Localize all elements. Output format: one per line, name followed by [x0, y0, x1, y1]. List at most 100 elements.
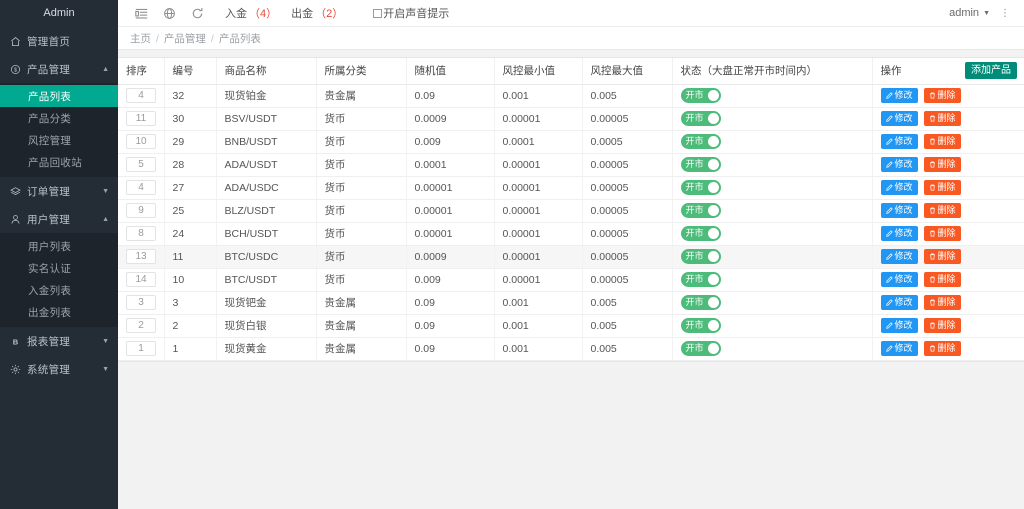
delete-button[interactable]: 删除	[924, 180, 961, 195]
sidebar-subitem-1-2[interactable]: 风控管理	[0, 129, 118, 151]
breadcrumb-item-0[interactable]: 主页	[130, 33, 151, 45]
chevron-down-icon[interactable]: ▼	[102, 338, 109, 345]
sort-input[interactable]	[126, 272, 156, 287]
chevron-up-icon[interactable]: ▲	[102, 66, 109, 73]
market-status-toggle[interactable]: 开市	[681, 88, 721, 103]
sort-input[interactable]	[126, 157, 156, 172]
cell-category: 贵金属	[316, 314, 406, 337]
col-header-actions-label: 操作	[881, 65, 902, 77]
sidebar-item-2[interactable]: 订单管理▼	[0, 177, 118, 205]
sort-input[interactable]	[126, 111, 156, 126]
globe-icon[interactable]	[155, 0, 183, 27]
sidebar-item-3[interactable]: 用户管理▲	[0, 205, 118, 233]
market-status-toggle[interactable]: 开市	[681, 111, 721, 126]
sidebar-subitem-3-1[interactable]: 实名认证	[0, 257, 118, 279]
cell-sort	[118, 199, 164, 222]
sort-input[interactable]	[126, 88, 156, 103]
edit-button[interactable]: 修改	[881, 157, 918, 172]
chevron-down-icon[interactable]: ▼	[102, 188, 109, 195]
toggle-label: 开市	[686, 183, 704, 192]
sidebar-subitem-3-2[interactable]: 入金列表	[0, 279, 118, 301]
sidebar-item-4[interactable]: B报表管理▼	[0, 327, 118, 355]
edit-button[interactable]: 修改	[881, 272, 918, 287]
sort-input[interactable]	[126, 180, 156, 195]
cell-actions: 修改删除	[872, 291, 1024, 314]
market-status-toggle[interactable]: 开市	[681, 272, 721, 287]
delete-button[interactable]: 删除	[924, 203, 961, 218]
sound-alert-checkbox[interactable]: 开启声音提示	[373, 5, 449, 21]
chevron-up-icon[interactable]: ▲	[102, 216, 109, 223]
sidebar-subitem-1-1[interactable]: 产品分类	[0, 107, 118, 129]
row-actions: 修改删除	[881, 295, 1017, 310]
delete-button[interactable]: 删除	[924, 134, 961, 149]
sidebar-nav: 管理首页$产品管理▲产品列表产品分类风控管理产品回收站订单管理▼用户管理▲用户列…	[0, 27, 118, 383]
delete-button[interactable]: 删除	[924, 341, 961, 356]
user-menu[interactable]: admin ▼	[949, 7, 990, 19]
deposit-link[interactable]: 入金（4）	[225, 5, 277, 21]
market-status-toggle[interactable]: 开市	[681, 249, 721, 264]
checkbox-box-icon[interactable]	[373, 9, 382, 18]
delete-button[interactable]: 删除	[924, 226, 961, 241]
breadcrumb-item-1[interactable]: 产品管理	[164, 33, 206, 45]
refresh-icon[interactable]	[183, 0, 211, 27]
toggle-label: 开市	[686, 321, 704, 330]
delete-button-label: 删除	[938, 136, 956, 147]
add-product-button[interactable]: 添加产品	[965, 62, 1017, 79]
edit-button[interactable]: 修改	[881, 295, 918, 310]
cell-sort	[118, 268, 164, 291]
sort-input[interactable]	[126, 318, 156, 333]
trash-icon	[929, 345, 936, 352]
sidebar-item-1[interactable]: $产品管理▲	[0, 55, 118, 83]
edit-button[interactable]: 修改	[881, 249, 918, 264]
edit-button[interactable]: 修改	[881, 341, 918, 356]
market-status-toggle[interactable]: 开市	[681, 203, 721, 218]
row-actions: 修改删除	[881, 203, 1017, 218]
edit-button-label: 修改	[895, 297, 913, 308]
edit-button[interactable]: 修改	[881, 88, 918, 103]
delete-button[interactable]: 删除	[924, 157, 961, 172]
sidebar-subitem-1-3[interactable]: 产品回收站	[0, 151, 118, 173]
cell-actions: 修改删除	[872, 268, 1024, 291]
edit-button[interactable]: 修改	[881, 180, 918, 195]
home-icon	[9, 35, 22, 48]
toggle-knob	[708, 343, 719, 354]
market-status-toggle[interactable]: 开市	[681, 318, 721, 333]
delete-button[interactable]: 删除	[924, 249, 961, 264]
sort-input[interactable]	[126, 341, 156, 356]
sidebar-item-0[interactable]: 管理首页	[0, 27, 118, 55]
market-status-toggle[interactable]: 开市	[681, 341, 721, 356]
sort-input[interactable]	[126, 249, 156, 264]
delete-button[interactable]: 删除	[924, 88, 961, 103]
market-status-toggle[interactable]: 开市	[681, 295, 721, 310]
withdraw-link[interactable]: 出金（2）	[291, 5, 343, 21]
market-status-toggle[interactable]: 开市	[681, 134, 721, 149]
edit-button[interactable]: 修改	[881, 134, 918, 149]
edit-button[interactable]: 修改	[881, 203, 918, 218]
user-icon	[9, 213, 22, 226]
col-header-id: 编号	[164, 58, 216, 84]
delete-button[interactable]: 删除	[924, 295, 961, 310]
more-options-icon[interactable]: ⋮	[996, 0, 1014, 27]
market-status-toggle[interactable]: 开市	[681, 226, 721, 241]
table-row: 29BNB/USDT货币0.0090.00010.0005开市修改删除	[118, 130, 1024, 153]
edit-button[interactable]: 修改	[881, 318, 918, 333]
sidebar-subitem-3-0[interactable]: 用户列表	[0, 235, 118, 257]
delete-button[interactable]: 删除	[924, 272, 961, 287]
menu-list-icon[interactable]	[127, 0, 155, 27]
sidebar-item-5[interactable]: 系统管理▼	[0, 355, 118, 383]
delete-button[interactable]: 删除	[924, 111, 961, 126]
delete-button[interactable]: 删除	[924, 318, 961, 333]
sort-input[interactable]	[126, 295, 156, 310]
market-status-toggle[interactable]: 开市	[681, 180, 721, 195]
cell-actions: 修改删除	[872, 153, 1024, 176]
market-status-toggle[interactable]: 开市	[681, 157, 721, 172]
sort-input[interactable]	[126, 226, 156, 241]
edit-button[interactable]: 修改	[881, 226, 918, 241]
sort-input[interactable]	[126, 134, 156, 149]
chevron-down-icon[interactable]: ▼	[102, 366, 109, 373]
cell-max: 0.005	[582, 84, 672, 107]
edit-button[interactable]: 修改	[881, 111, 918, 126]
sidebar-subitem-1-0[interactable]: 产品列表	[0, 85, 118, 107]
sort-input[interactable]	[126, 203, 156, 218]
sidebar-subitem-3-3[interactable]: 出金列表	[0, 301, 118, 323]
